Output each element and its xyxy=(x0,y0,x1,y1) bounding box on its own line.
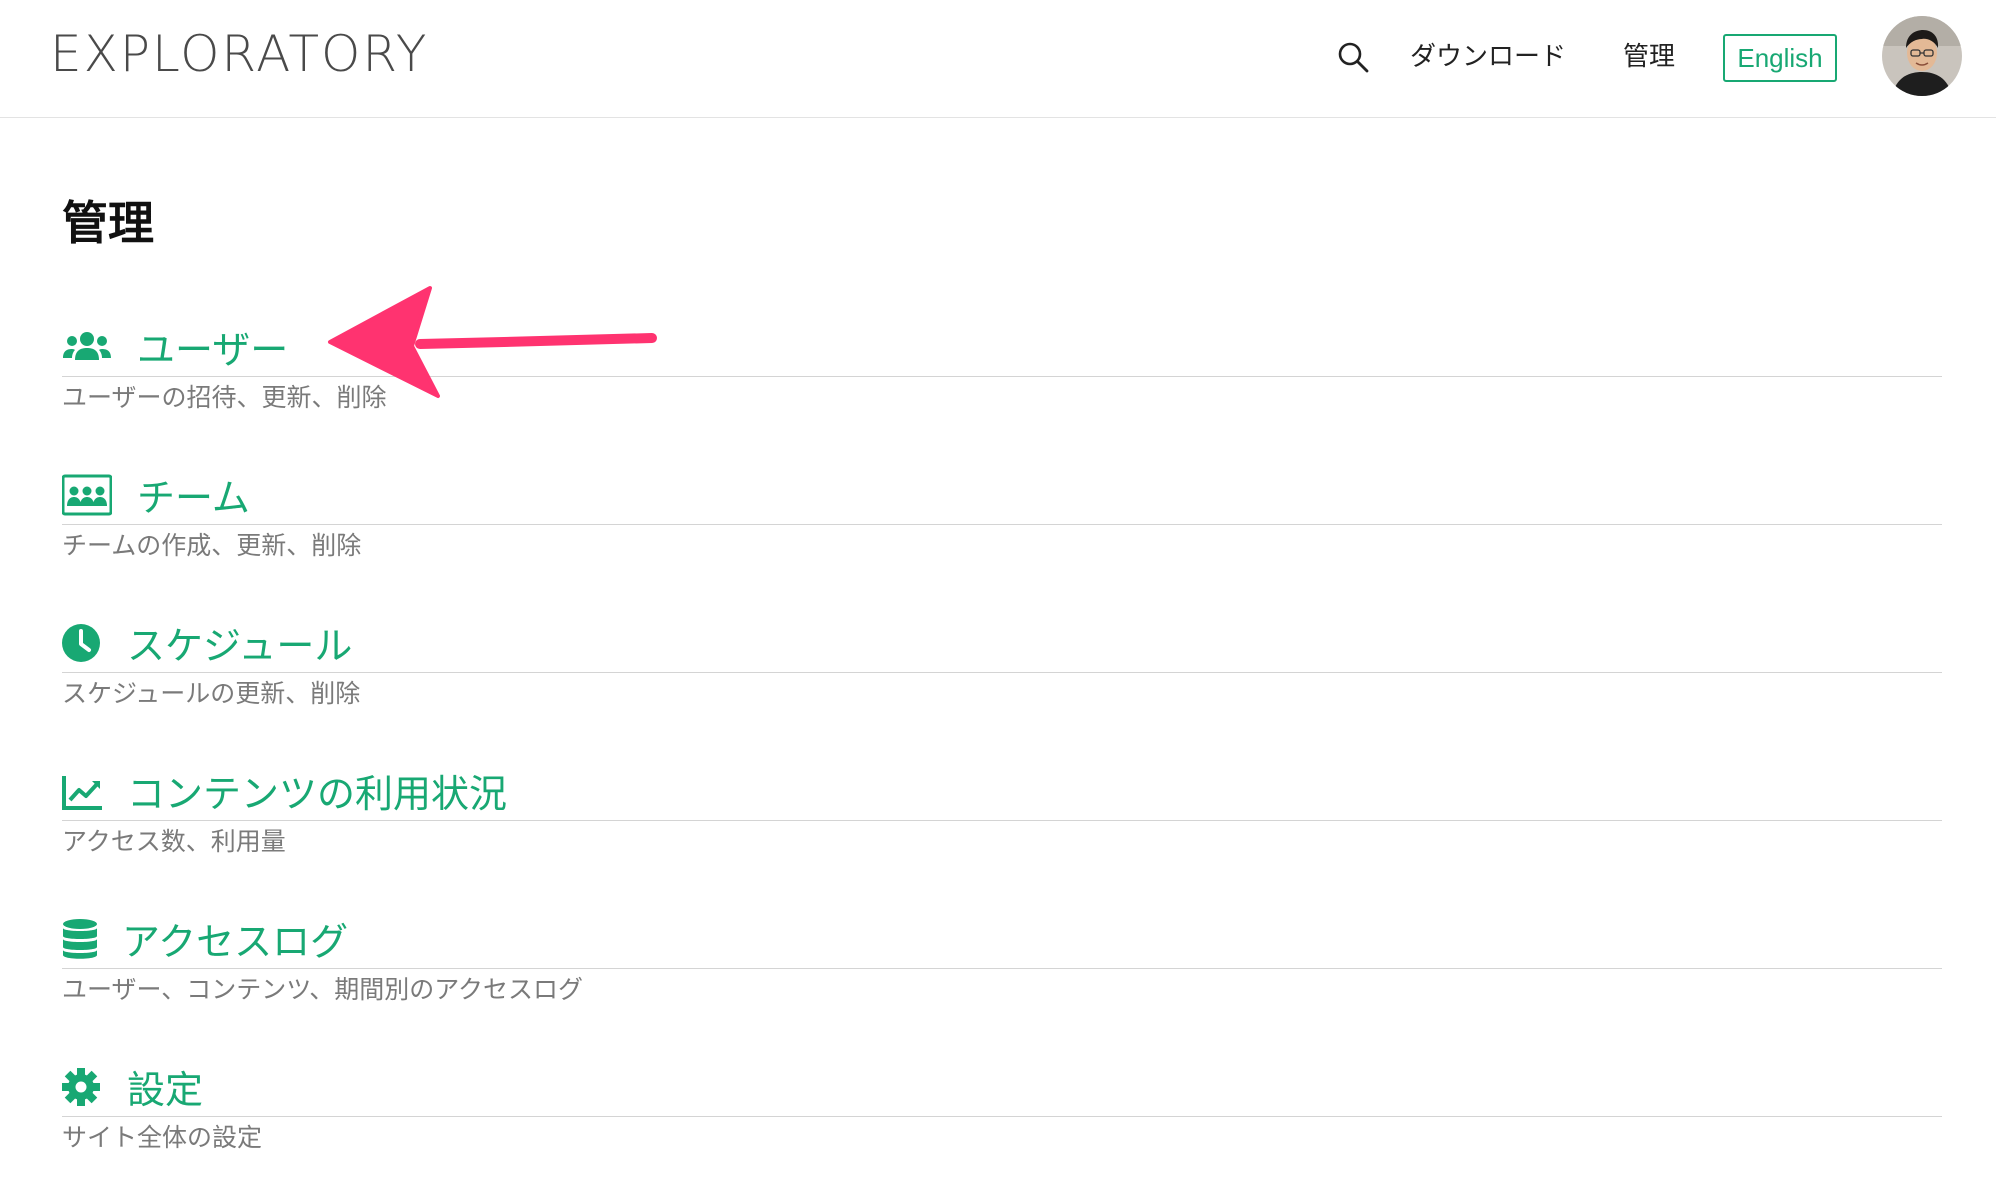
team-description: チームの作成、更新、削除 xyxy=(62,531,362,560)
section-access-log: アクセスログ ユーザー、コンテンツ、期間別のアクセスログ xyxy=(62,910,1942,1007)
language-button[interactable]: English xyxy=(1723,34,1837,82)
nav-admin-link[interactable]: 管理 xyxy=(1623,37,1675,77)
content-usage-description: アクセス数、利用量 xyxy=(62,827,286,856)
access-log-link[interactable]: アクセスログ xyxy=(62,910,1942,969)
clock-icon xyxy=(62,624,100,662)
settings-title: 設定 xyxy=(127,1068,204,1112)
settings-link[interactable]: 設定 xyxy=(62,1058,1942,1117)
users-title: ユーザー xyxy=(137,328,289,372)
content-usage-title: コンテンツの利用状況 xyxy=(127,772,508,816)
access-log-description: ユーザー、コンテンツ、期間別のアクセスログ xyxy=(62,975,584,1004)
section-content-usage: コンテンツの利用状況 アクセス数、利用量 xyxy=(62,762,1942,859)
section-schedule: スケジュール スケジュールの更新、削除 xyxy=(62,614,1942,711)
schedule-link[interactable]: スケジュール xyxy=(62,614,1942,673)
search-icon[interactable] xyxy=(1336,40,1370,74)
avatar[interactable] xyxy=(1882,16,1962,96)
gear-icon xyxy=(62,1068,100,1106)
users-link[interactable]: ユーザー xyxy=(62,318,1942,377)
section-users: ユーザー ユーザーの招待、更新、削除 xyxy=(62,318,1942,415)
avatar-photo xyxy=(1882,16,1962,96)
team-title: チーム xyxy=(137,476,250,520)
team-icon xyxy=(62,474,112,516)
users-description: ユーザーの招待、更新、削除 xyxy=(62,383,387,412)
content-usage-link[interactable]: コンテンツの利用状況 xyxy=(62,762,1942,821)
logo[interactable]: EXPLORATORY xyxy=(50,26,428,82)
access-log-title: アクセスログ xyxy=(122,920,349,964)
top-header: EXPLORATORY ダウンロード 管理 English xyxy=(0,0,1996,118)
nav-download-link[interactable]: ダウンロード xyxy=(1410,37,1566,77)
section-settings: 設定 サイト全体の設定 xyxy=(62,1058,1942,1155)
team-link[interactable]: チーム xyxy=(62,466,1942,525)
database-icon xyxy=(63,919,97,959)
section-team: チーム チームの作成、更新、削除 xyxy=(62,466,1942,563)
schedule-title: スケジュール xyxy=(127,624,353,668)
page-title: 管理 xyxy=(62,196,154,250)
users-icon xyxy=(63,332,111,360)
settings-description: サイト全体の設定 xyxy=(62,1123,263,1152)
schedule-description: スケジュールの更新、削除 xyxy=(62,679,361,708)
chart-icon xyxy=(62,776,102,810)
